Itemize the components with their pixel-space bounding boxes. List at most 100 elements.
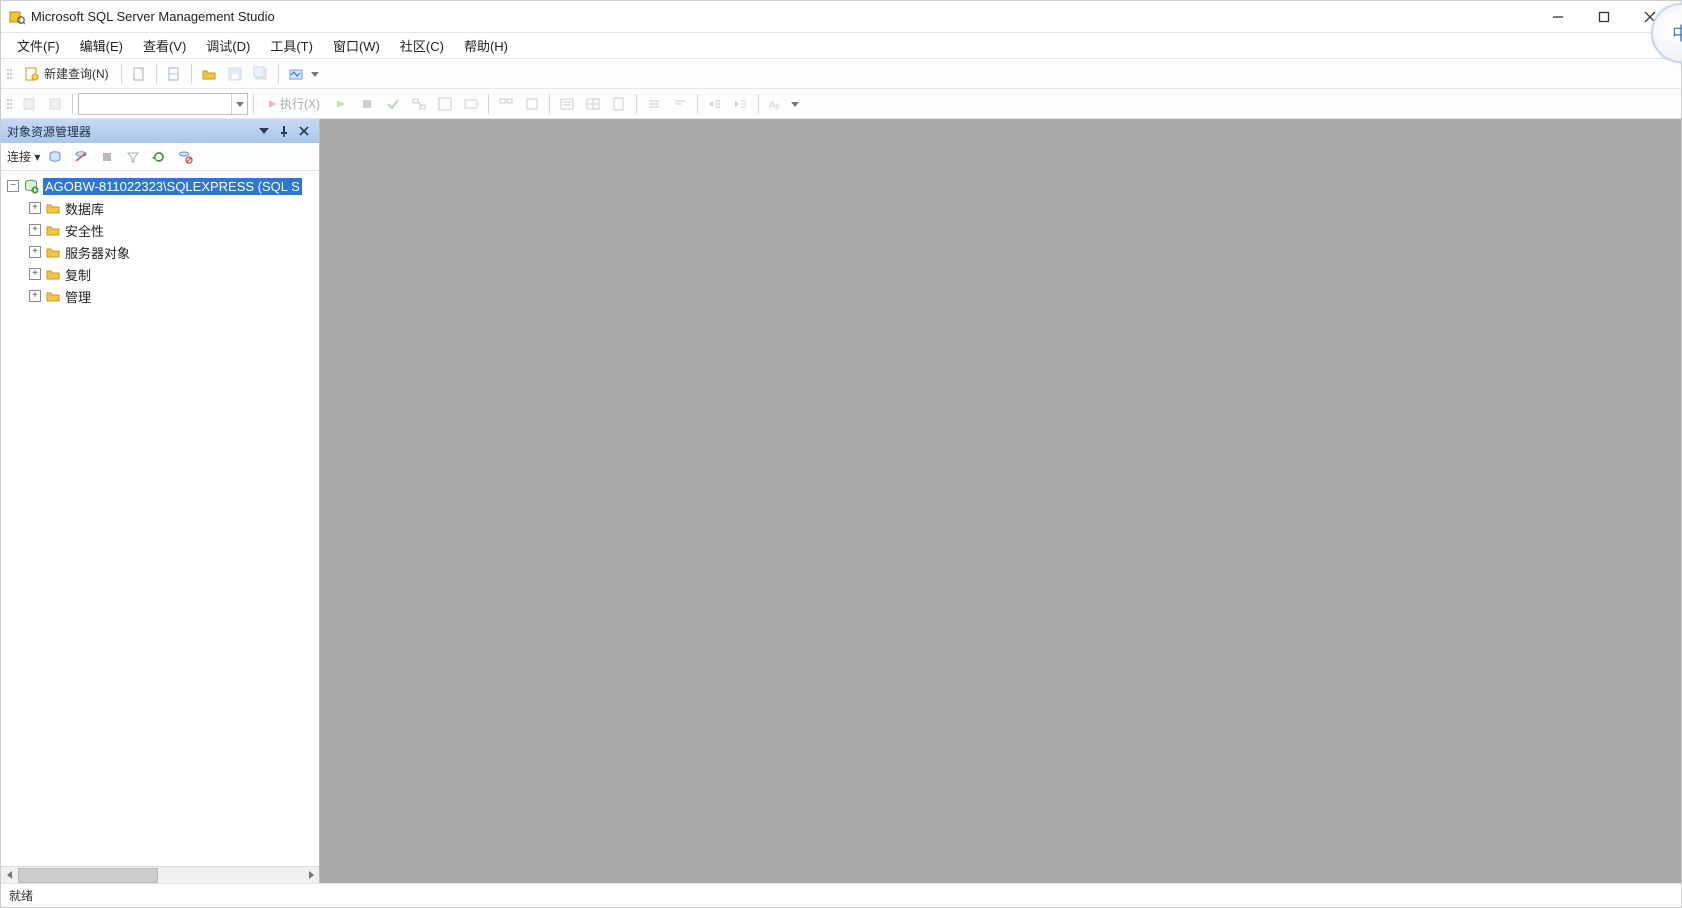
toolbar-grip[interactable] [7, 64, 13, 84]
separator [549, 94, 550, 114]
new-query-button[interactable]: 新建查询(N) [17, 62, 116, 86]
activity-monitor-button[interactable] [284, 62, 308, 86]
folder-icon [45, 222, 61, 238]
expand-icon[interactable]: + [29, 202, 41, 214]
folder-icon [45, 288, 61, 304]
standard-toolbar: 新建查询(N) [1, 59, 1681, 89]
toolbar-overflow[interactable] [790, 92, 800, 116]
decrease-indent-button[interactable] [703, 92, 727, 116]
execute-button[interactable]: 执行(X) [259, 92, 327, 116]
expand-icon[interactable]: + [29, 224, 41, 236]
new-file-button[interactable] [127, 62, 151, 86]
intellisense-button[interactable] [459, 92, 483, 116]
app-title: Microsoft SQL Server Management Studio [31, 9, 275, 24]
change-connection-button[interactable] [43, 92, 67, 116]
results-text-button[interactable] [555, 92, 579, 116]
folder-icon [45, 200, 61, 216]
comment-button[interactable] [642, 92, 666, 116]
tree-node-security[interactable]: + 安全性 [1, 219, 319, 241]
panel-title: 对象资源管理器 [7, 123, 91, 140]
separator [697, 94, 698, 114]
expand-icon[interactable]: + [29, 290, 41, 302]
results-grid-button[interactable] [581, 92, 605, 116]
minimize-button[interactable] [1535, 1, 1581, 33]
mdi-area [320, 119, 1681, 883]
menu-window[interactable]: 窗口(W) [323, 33, 390, 58]
open-file-button[interactable] [162, 62, 186, 86]
titlebar: Microsoft SQL Server Management Studio [1, 1, 1681, 33]
separator [72, 94, 73, 114]
server-icon [23, 178, 39, 194]
svg-text:Aᵦ: Aᵦ [769, 100, 780, 111]
folder-icon [45, 266, 61, 282]
menu-help[interactable]: 帮助(H) [454, 33, 518, 58]
registered-servers-button[interactable] [174, 146, 196, 168]
statusbar: 就绪 [1, 883, 1681, 907]
sql-editor-toolbar: 执行(X) Aᵦ [1, 89, 1681, 119]
estimated-plan-button[interactable] [407, 92, 431, 116]
scrollbar-thumb[interactable] [18, 868, 158, 883]
save-button[interactable] [223, 62, 247, 86]
results-file-button[interactable] [607, 92, 631, 116]
disconnect-button[interactable] [70, 146, 92, 168]
query-options-button[interactable] [433, 92, 457, 116]
separator [121, 64, 122, 84]
connect-object-explorer-button[interactable] [44, 146, 66, 168]
menu-view[interactable]: 查看(V) [133, 33, 196, 58]
specify-values-button[interactable]: Aᵦ [764, 92, 788, 116]
save-all-button[interactable] [249, 62, 273, 86]
ime-label: 中 [1672, 20, 1682, 46]
menu-debug[interactable]: 调试(D) [196, 33, 260, 58]
stop-button[interactable] [355, 92, 379, 116]
tree-node-server-objects[interactable]: + 服务器对象 [1, 241, 319, 263]
refresh-button[interactable] [148, 146, 170, 168]
toolbar-overflow[interactable] [310, 62, 320, 86]
new-query-label: 新建查询(N) [44, 65, 109, 82]
tree-node-replication[interactable]: + 复制 [1, 263, 319, 285]
collapse-icon[interactable]: − [7, 180, 19, 192]
object-explorer-panel: 对象资源管理器 连接 ▾ − AGOBW-811022323\S [1, 119, 320, 883]
tree-root-label: AGOBW-811022323\SQLEXPRESS (SQL S [43, 178, 302, 195]
tree-node-management[interactable]: + 管理 [1, 285, 319, 307]
menu-community[interactable]: 社区(C) [390, 33, 454, 58]
database-combobox[interactable] [78, 93, 248, 115]
status-text: 就绪 [9, 887, 33, 904]
stop-button[interactable] [96, 146, 118, 168]
maximize-button[interactable] [1581, 1, 1627, 33]
separator [191, 64, 192, 84]
tree-root-server[interactable]: − AGOBW-811022323\SQLEXPRESS (SQL S [1, 175, 319, 197]
connect-label[interactable]: 连接 ▾ [7, 148, 40, 165]
menu-file[interactable]: 文件(F) [7, 33, 70, 58]
tree-node-databases[interactable]: + 数据库 [1, 197, 319, 219]
uncomment-button[interactable] [668, 92, 692, 116]
folder-icon [45, 244, 61, 260]
panel-close-button[interactable] [295, 122, 313, 140]
expand-icon[interactable]: + [29, 268, 41, 280]
ssms-window: Microsoft SQL Server Management Studio 文… [0, 0, 1682, 908]
open-folder-button[interactable] [197, 62, 221, 86]
app-icon [9, 9, 25, 25]
expand-icon[interactable]: + [29, 246, 41, 258]
include-client-stats-button[interactable] [520, 92, 544, 116]
filter-button[interactable] [122, 146, 144, 168]
separator [758, 94, 759, 114]
panel-pin-button[interactable] [275, 122, 293, 140]
debug-button[interactable] [329, 92, 353, 116]
increase-indent-button[interactable] [729, 92, 753, 116]
separator [636, 94, 637, 114]
menu-tools[interactable]: 工具(T) [260, 33, 323, 58]
separator [253, 94, 254, 114]
separator [488, 94, 489, 114]
connect-button[interactable] [17, 92, 41, 116]
horizontal-scrollbar[interactable] [1, 866, 319, 883]
scroll-left-icon[interactable] [1, 868, 18, 883]
toolbar-grip[interactable] [7, 94, 13, 114]
include-actual-plan-button[interactable] [494, 92, 518, 116]
panel-dropdown-button[interactable] [255, 122, 273, 140]
scroll-right-icon[interactable] [302, 868, 319, 883]
main-area: 对象资源管理器 连接 ▾ − AGOBW-811022323\S [1, 119, 1681, 883]
tree-label: 服务器对象 [65, 243, 130, 262]
tree-label: 安全性 [65, 221, 104, 240]
parse-button[interactable] [381, 92, 405, 116]
menu-edit[interactable]: 编辑(E) [70, 33, 133, 58]
